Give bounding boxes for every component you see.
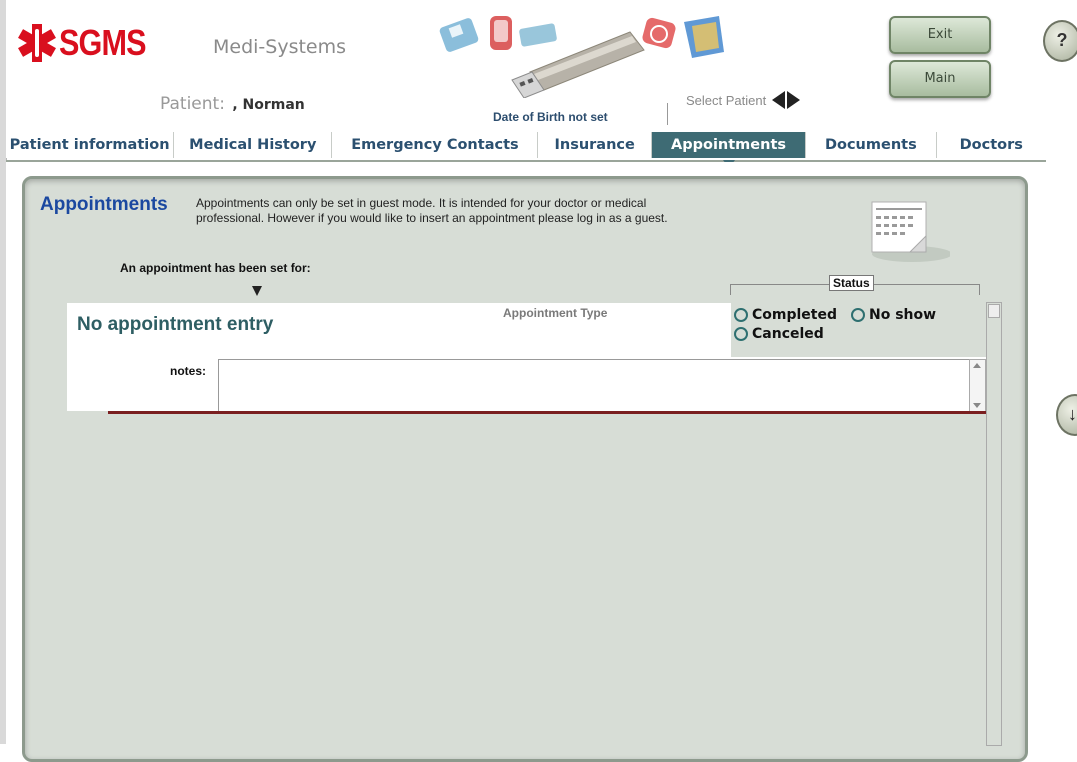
tab-insurance[interactable]: Insurance	[538, 132, 652, 158]
tab-doctors[interactable]: Doctors	[936, 132, 1046, 158]
radio-button-icon[interactable]	[734, 326, 748, 341]
medical-cross-icon	[18, 24, 56, 62]
appointments-scrollbar[interactable]	[986, 302, 1002, 746]
help-button[interactable]: ?	[1043, 20, 1077, 62]
status-canceled-label: Canceled	[752, 325, 824, 342]
status-completed-label: Completed	[752, 306, 838, 323]
status-header: Status	[829, 275, 874, 291]
notes-field[interactable]	[218, 359, 970, 412]
logo-text: SGMS	[59, 22, 147, 63]
appointment-type-label: Appointment Type	[503, 306, 608, 320]
section-tabs: Patient information Medical History Emer…	[6, 132, 1046, 168]
tab-appointments[interactable]: Appointments	[651, 132, 807, 168]
tab-appointments-label: Appointments	[671, 137, 787, 153]
previous-patient-icon[interactable]	[772, 91, 786, 109]
calendar-icon	[871, 201, 950, 262]
tab-patient-information[interactable]: Patient information	[6, 132, 175, 158]
scroll-down-icon[interactable]	[973, 403, 981, 408]
scroll-up-icon[interactable]	[973, 363, 981, 368]
next-patient-icon[interactable]	[787, 91, 801, 109]
status-radio-group: Completed No show Canceled	[734, 305, 950, 343]
panel-title: Appointments	[40, 194, 168, 215]
medical-usb-illustration	[439, 16, 724, 98]
patient-name: , Norman	[232, 97, 305, 113]
company-name: Medi-Systems	[213, 36, 347, 58]
sgms-logo: SGMS	[18, 22, 161, 64]
status-no-show-label: No show	[869, 306, 937, 323]
radio-button-icon[interactable]	[851, 307, 866, 322]
date-of-birth: Date of Birth not set	[493, 110, 608, 124]
triangle-down-icon	[252, 286, 262, 296]
patient-label: Patient:	[160, 94, 225, 114]
main-button[interactable]: Main	[889, 60, 991, 98]
entry-divider	[108, 411, 987, 414]
tab-documents[interactable]: Documents	[806, 132, 937, 158]
patient-info: Patient: , Norman	[160, 94, 305, 114]
radio-button-icon[interactable]	[734, 307, 748, 322]
no-appointment-text: No appointment entry	[77, 314, 274, 335]
exit-button[interactable]: Exit	[889, 16, 991, 54]
status-no-show-option[interactable]: No show	[851, 307, 936, 323]
status-canceled-option[interactable]: Canceled	[734, 326, 824, 342]
notes-label: notes:	[170, 364, 206, 378]
tab-emergency-contacts[interactable]: Emergency Contacts	[332, 132, 539, 158]
scrollbar-thumb[interactable]	[988, 304, 1000, 318]
appointment-set-label: An appointment has been set for:	[120, 261, 311, 275]
status-completed-option[interactable]: Completed	[734, 307, 837, 323]
notes-scrollbar[interactable]	[969, 359, 986, 412]
window-right-margin	[1050, 160, 1077, 744]
panel-description: Appointments can only be set in guest mo…	[196, 196, 668, 225]
tab-medical-history[interactable]: Medical History	[174, 132, 333, 158]
arrow-down-icon: ↓	[1068, 404, 1077, 424]
header-separator	[667, 103, 668, 125]
